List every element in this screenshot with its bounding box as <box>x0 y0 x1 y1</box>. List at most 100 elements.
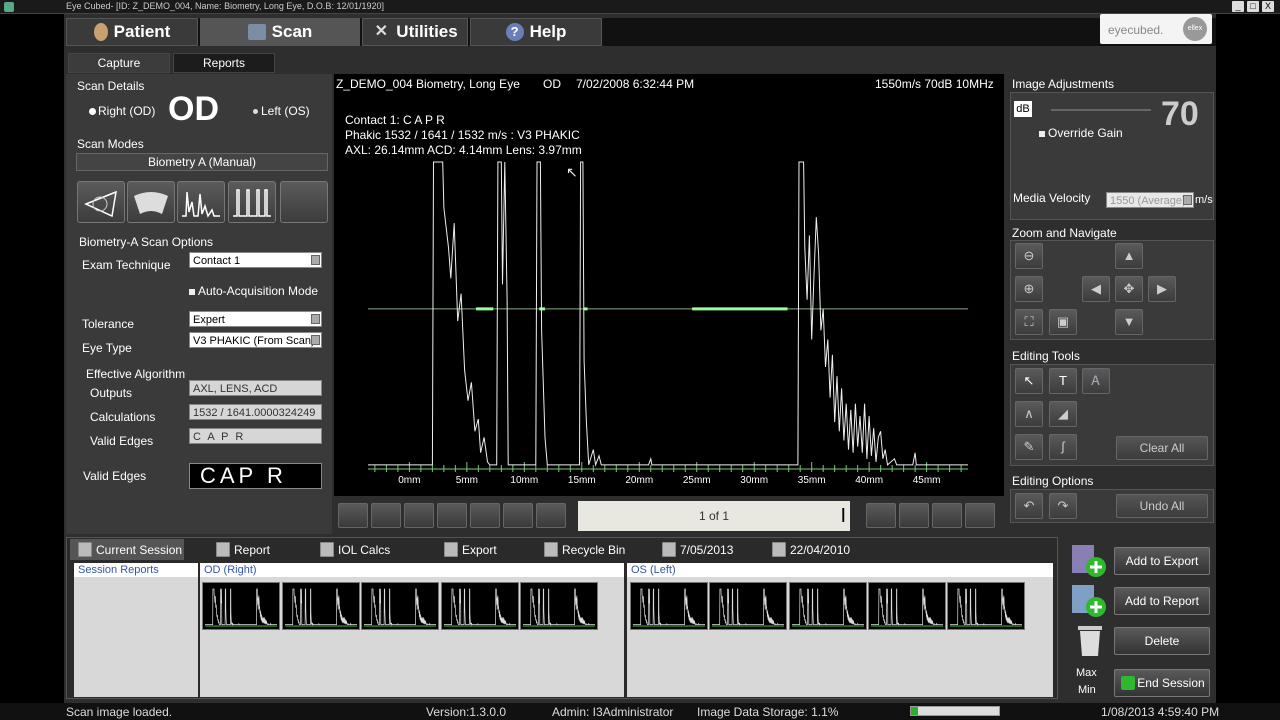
pan-left-icon[interactable]: ◀ <box>1082 276 1110 302</box>
left-margin <box>0 14 64 720</box>
tab-report[interactable]: Report <box>216 539 270 560</box>
scan-thumbnail[interactable] <box>441 582 519 630</box>
tab-export[interactable]: Export <box>444 539 497 560</box>
tab-date-2[interactable]: 22/04/2010 <box>772 539 850 560</box>
redo-icon[interactable]: ↷ <box>1049 493 1077 519</box>
thumbnail-waveform <box>364 588 436 627</box>
zoom-in-icon[interactable]: ⊕ <box>1015 276 1043 302</box>
tab-patient[interactable]: Patient <box>66 18 198 46</box>
nav-button-4[interactable] <box>437 503 467 528</box>
min-button[interactable]: Min <box>1078 684 1096 696</box>
maximize-button[interactable]: □ <box>1247 1 1259 12</box>
nav-button-2[interactable] <box>371 503 401 528</box>
rotate-right-icon[interactable] <box>965 503 995 528</box>
fit-screen-icon[interactable]: ⛶ <box>1015 309 1043 335</box>
blank-mode-icon[interactable] <box>280 181 328 223</box>
thumbnail-waveform <box>285 588 357 627</box>
trash-icon[interactable] <box>1070 622 1110 658</box>
subtab-reports[interactable]: Reports <box>173 53 275 73</box>
tab-scan-label: Scan <box>271 22 313 41</box>
scan-thumbnail[interactable] <box>868 582 946 630</box>
pan-right-icon[interactable]: ▶ <box>1148 276 1176 302</box>
tab-utilities[interactable]: ✕ Utilities <box>362 18 468 46</box>
eye-type-select[interactable]: V3 PHAKIC (From Scan) <box>189 332 322 348</box>
close-button[interactable]: X <box>1262 1 1274 12</box>
pan-down-icon[interactable]: ▼ <box>1115 309 1143 335</box>
b-scan-wide-icon[interactable] <box>127 181 175 223</box>
add-to-export-button[interactable]: Add to Export <box>1114 547 1210 575</box>
angle-tool-icon[interactable]: ∧ <box>1015 401 1043 427</box>
clear-all-button[interactable]: Clear All <box>1116 436 1208 460</box>
add-to-report-button[interactable]: Add to Report <box>1114 587 1210 615</box>
outputs-label: Outputs <box>90 386 133 400</box>
zoom-out-icon[interactable]: ⊖ <box>1015 243 1043 269</box>
print-icon[interactable] <box>866 503 896 528</box>
biometry-icon[interactable] <box>228 181 276 223</box>
font-tool-icon[interactable]: Ꭺ <box>1082 368 1110 394</box>
minimize-button[interactable]: _ <box>1232 1 1244 12</box>
text-tool-icon[interactable]: T <box>1049 368 1077 394</box>
folder-icon <box>772 542 786 557</box>
undo-icon[interactable]: ↶ <box>1015 493 1043 519</box>
nav-button-1[interactable] <box>338 503 368 528</box>
waveform-line <box>368 161 968 467</box>
nav-button-6[interactable] <box>503 503 533 528</box>
pan-up-icon[interactable]: ▲ <box>1115 243 1143 269</box>
tab-date-2-label: 22/04/2010 <box>790 542 851 557</box>
delete-button[interactable]: Delete <box>1114 627 1210 655</box>
tab-date-1[interactable]: 7/05/2013 <box>662 539 733 560</box>
tab-recycle-bin[interactable]: Recycle Bin <box>544 539 625 560</box>
scan-thumbnail[interactable] <box>947 582 1025 630</box>
thumbnail-trace <box>523 588 595 626</box>
scan-thumbnail[interactable] <box>709 582 787 630</box>
nav-button-3[interactable] <box>404 503 434 528</box>
frame-icon[interactable]: ▣ <box>1049 309 1077 335</box>
page-indicator-text: 1 of 1 <box>698 509 730 523</box>
scan-thumbnail[interactable] <box>282 582 360 630</box>
end-session-button[interactable]: End Session <box>1114 669 1210 697</box>
scan-mode-selector[interactable]: Biometry A (Manual) <box>76 153 328 171</box>
add-to-report-icon[interactable] <box>1070 583 1110 619</box>
override-gain-label: Override Gain <box>1048 126 1123 140</box>
b-scan-icon[interactable] <box>77 181 125 223</box>
exam-technique-select[interactable]: Contact 1 <box>189 252 322 268</box>
tab-current-session[interactable]: Current Session <box>70 539 184 560</box>
override-gain-checkbox[interactable]: Override Gain <box>1039 126 1123 140</box>
od-header: OD (Right) <box>200 563 624 577</box>
select-arrow-icon[interactable]: ↖ <box>1015 368 1043 394</box>
scan-thumbnail[interactable] <box>630 582 708 630</box>
scan-thumbnail[interactable] <box>361 582 439 630</box>
scan-thumbnail[interactable] <box>789 582 867 630</box>
tab-report-label: Report <box>234 542 271 557</box>
save-image-icon[interactable] <box>899 503 929 528</box>
tolerance-select[interactable]: Expert <box>189 311 322 327</box>
media-velocity-select[interactable]: 1550 (Average) <box>1106 192 1194 208</box>
scan-display[interactable]: Z_DEMO_004 Biometry, Long Eye OD 7/02/20… <box>334 74 1004 496</box>
subtab-capture[interactable]: Capture <box>68 53 170 73</box>
scan-thumbnail[interactable] <box>520 582 598 630</box>
radio-left-os[interactable]: Left (OS) <box>253 104 310 118</box>
status-datetime: 1/08/2013 4:59:40 PM <box>1101 705 1220 719</box>
nav-button-7[interactable] <box>536 503 566 528</box>
scan-thumbnail[interactable] <box>202 582 280 630</box>
gain-slider[interactable] <box>1051 109 1151 111</box>
nav-button-5[interactable] <box>470 503 500 528</box>
max-button[interactable]: Max <box>1076 667 1097 679</box>
measure-tool-icon[interactable]: ʃ <box>1049 434 1077 460</box>
tab-iol-calcs[interactable]: IOL Calcs <box>320 539 390 560</box>
status-storage: Image Data Storage: 1.1% <box>697 705 839 719</box>
radio-right-od[interactable]: Right (OD) <box>90 104 155 118</box>
undo-all-button[interactable]: Undo All <box>1116 494 1208 518</box>
help-icon: ? <box>505 23 524 41</box>
a-scan-icon[interactable] <box>177 181 225 223</box>
tab-help[interactable]: ? Help <box>470 18 602 46</box>
tab-scan[interactable]: Scan <box>200 18 360 46</box>
checkbox-box <box>1039 130 1045 137</box>
pencil-icon[interactable]: ✎ <box>1015 434 1043 460</box>
pan-center-icon[interactable]: ✥ <box>1115 276 1143 302</box>
auto-acquisition-checkbox[interactable]: Auto-Acquisition Mode <box>189 284 318 298</box>
add-to-export-icon[interactable] <box>1070 543 1110 579</box>
area-tool-icon[interactable]: ◢ <box>1049 401 1077 427</box>
tab-export-label: Export <box>462 542 497 557</box>
rotate-left-icon[interactable] <box>932 503 962 528</box>
